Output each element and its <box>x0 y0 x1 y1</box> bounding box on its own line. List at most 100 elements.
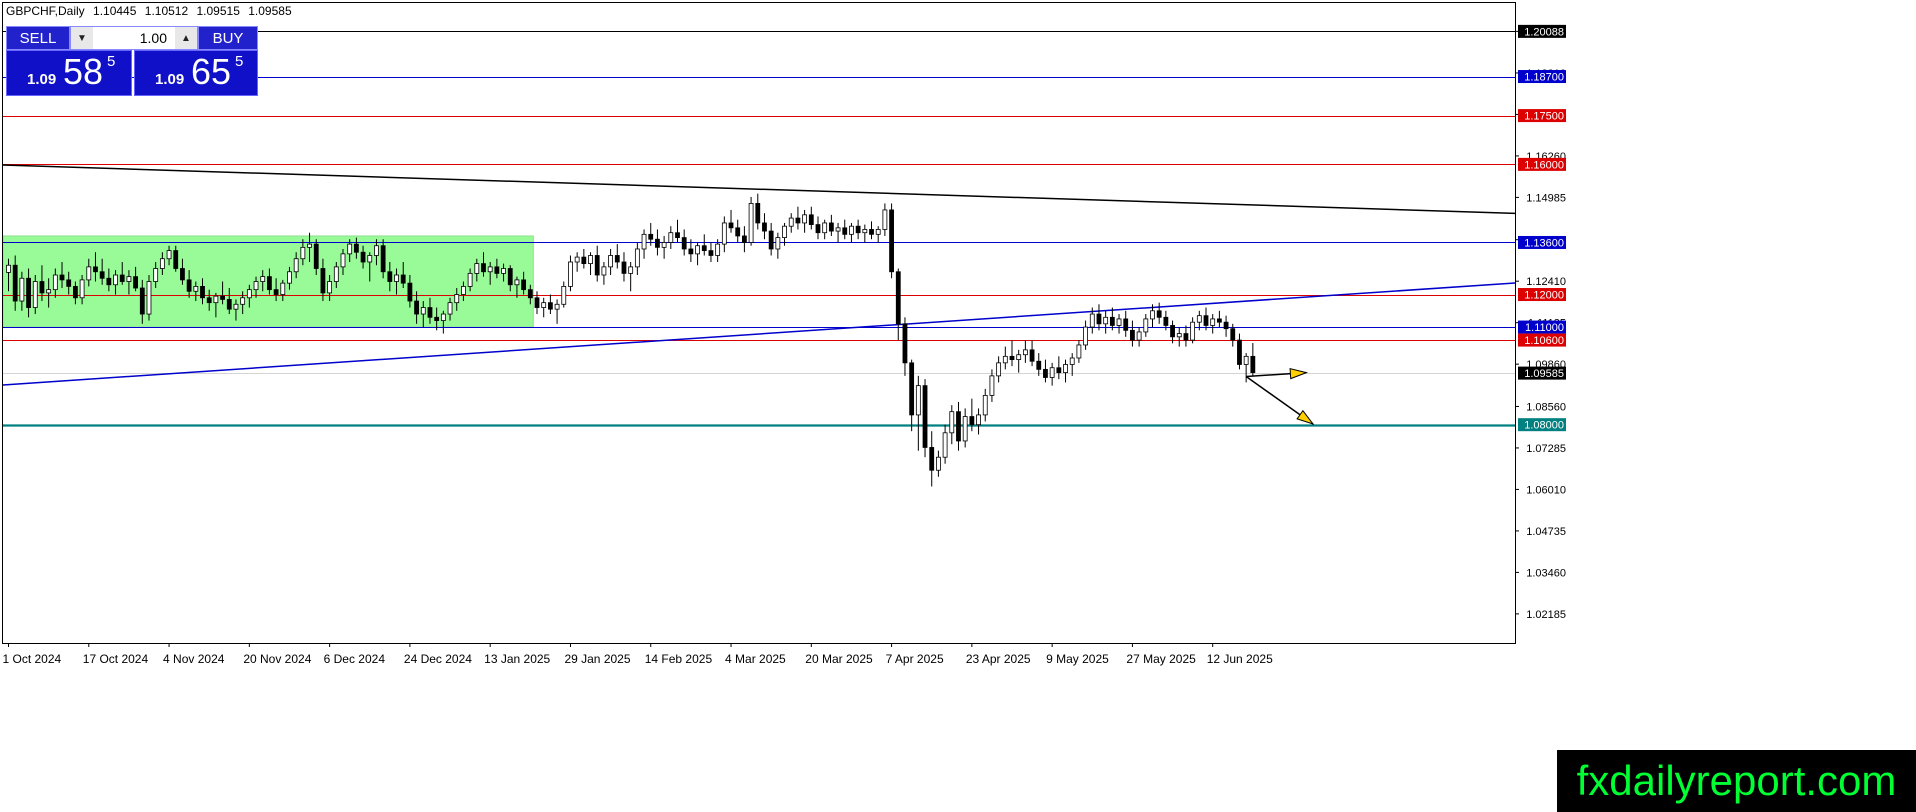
candle-body <box>320 268 326 294</box>
candle-body <box>594 255 600 276</box>
candle-body <box>1216 318 1222 323</box>
x-tick-label: 4 Nov 2024 <box>163 652 225 666</box>
candle-body <box>962 416 968 442</box>
candle-body <box>527 289 533 299</box>
candle-body <box>748 203 754 243</box>
ask-prefix: 1.09 <box>155 71 185 88</box>
brand-watermark: fxdailyreport.com <box>1557 750 1916 812</box>
candle-body <box>588 255 593 265</box>
candle-body <box>440 313 446 321</box>
candle-body <box>581 256 587 265</box>
price-axis: 1.02185 1.03460 1.04735 1.06010 1.07285 1.085… <box>1515 24 1566 621</box>
candle-body <box>1056 367 1062 374</box>
candle-body <box>1116 318 1122 326</box>
candle-body <box>902 323 908 364</box>
candle-body <box>768 230 774 250</box>
ask-fraction: 5 <box>235 53 244 70</box>
candle-body <box>146 281 152 315</box>
candle-body <box>1049 367 1055 378</box>
sell-button[interactable]: SELL <box>6 26 70 50</box>
candle-body <box>976 414 981 426</box>
lot-decrease-icon[interactable]: ▼ <box>71 27 93 49</box>
bid-prefix: 1.09 <box>27 71 57 88</box>
candle-body <box>454 294 460 304</box>
bid-price-box[interactable]: 1.09 58 5 <box>6 50 132 96</box>
candle-body <box>374 245 379 256</box>
candle-body <box>1203 315 1209 326</box>
candle-body <box>641 233 647 250</box>
price-chart[interactable]: 1.02185 1.03460 1.04735 1.06010 1.07285 1.085… <box>0 0 1916 812</box>
x-tick-label: 13 Jan 2025 <box>484 652 550 666</box>
candle-body <box>32 281 38 308</box>
candle-body <box>494 266 500 274</box>
candle-body <box>695 245 700 255</box>
candle-body <box>206 297 212 304</box>
candle-body <box>153 268 159 282</box>
candle-body <box>233 303 239 310</box>
y-tick-label: 1.03460 <box>1526 567 1566 579</box>
candle-body <box>26 277 31 308</box>
lot-size-value[interactable]: 1.00 <box>140 30 167 46</box>
candle-body <box>99 271 105 279</box>
candle-body <box>715 243 721 256</box>
candle-body <box>875 229 881 235</box>
candle-body <box>313 243 319 269</box>
candle-body <box>52 274 58 291</box>
candle-body <box>628 266 634 274</box>
candle-body <box>1022 349 1028 356</box>
arrow-head <box>1296 409 1315 425</box>
arrow-head <box>1289 368 1309 380</box>
candle-body <box>1069 357 1075 365</box>
candle-body <box>1083 326 1088 346</box>
buy-button[interactable]: BUY <box>198 26 258 50</box>
lot-increase-icon[interactable]: ▲ <box>175 27 197 49</box>
candle-body <box>742 235 747 243</box>
candle-body <box>1223 321 1229 330</box>
x-tick-label: 14 Feb 2025 <box>645 652 713 666</box>
candle-body <box>360 251 366 263</box>
candle-body <box>340 253 346 268</box>
ask-price-box[interactable]: 1.09 65 5 <box>134 50 258 96</box>
candle-body <box>427 307 433 318</box>
candle-body <box>253 281 259 291</box>
level-tag-label: 1.11000 <box>1525 322 1564 334</box>
candle-body <box>982 394 988 416</box>
candle-body <box>220 295 225 300</box>
candle-body <box>293 258 299 273</box>
y-tick-label: 1.02185 <box>1526 609 1566 621</box>
open-price: 1.10445 <box>93 4 137 18</box>
x-tick-label: 4 Mar 2025 <box>725 652 786 666</box>
candle-body <box>1136 331 1142 341</box>
candle-body <box>19 277 25 302</box>
level-tag-label: 1.20088 <box>1524 26 1564 38</box>
y-tick-label: 1.07285 <box>1526 443 1566 455</box>
time-axis: 1 Oct 2024 17 Oct 2024 4 Nov 2024 20 Nov 20… <box>3 643 1273 666</box>
lot-size-field[interactable]: ▼ 1.00 ▲ <box>70 26 198 50</box>
level-tag-label: 1.10600 <box>1524 335 1564 347</box>
candle-body <box>327 281 333 294</box>
level-tag-label: 1.13600 <box>1524 237 1564 249</box>
level-tag-label: 1.18700 <box>1524 72 1564 84</box>
candle-body <box>273 289 279 295</box>
candle-body <box>661 242 667 248</box>
candle-body <box>126 276 132 282</box>
x-tick-label: 17 Oct 2024 <box>83 652 149 666</box>
candle-body <box>507 268 513 286</box>
candle-body <box>12 264 18 302</box>
symbol-label: GBPCHF,Daily <box>6 4 85 18</box>
candle-body <box>387 271 393 282</box>
candle-body <box>1036 360 1042 370</box>
x-tick-label: 9 May 2025 <box>1046 652 1109 666</box>
candle-body <box>1143 318 1149 333</box>
candle-body <box>474 263 480 274</box>
candle-body <box>113 274 118 286</box>
candle-body <box>621 261 627 274</box>
level-tag-label: 1.17500 <box>1524 111 1564 123</box>
candle-body <box>1176 333 1182 338</box>
candle-body <box>929 447 935 471</box>
candle-body <box>728 222 734 229</box>
candle-body <box>200 285 205 299</box>
candle-body <box>59 274 65 281</box>
candle-body <box>882 209 888 230</box>
candle-body <box>922 385 928 448</box>
